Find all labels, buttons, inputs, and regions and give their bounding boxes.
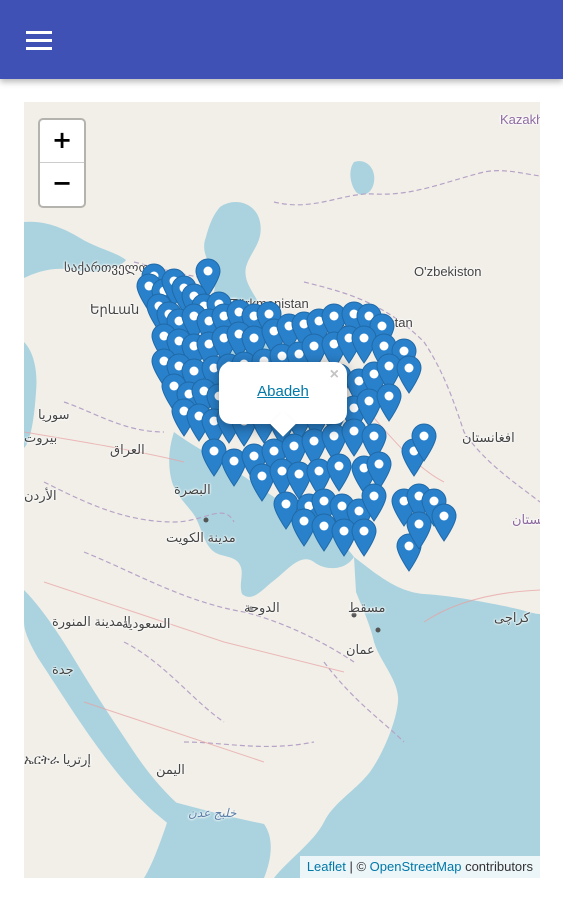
map-label-jeddah: جدة xyxy=(52,662,74,677)
marker-popup: × Abadeh xyxy=(219,362,347,437)
attribution-suffix: contributors xyxy=(461,859,533,874)
map-marker[interactable] xyxy=(375,382,403,422)
leaflet-link[interactable]: Leaflet xyxy=(307,859,346,874)
map-label-kazakh: Kazakh xyxy=(500,112,540,127)
map-pin-icon xyxy=(406,511,432,550)
map-label-afghanistan: افغانستان xyxy=(462,430,515,445)
map-marker[interactable] xyxy=(325,452,353,492)
map-label-muscat: مسقط xyxy=(348,600,386,615)
map-attribution: Leaflet | © OpenStreetMap contributors xyxy=(299,856,540,878)
map-pin-icon xyxy=(351,518,377,557)
map-pin-icon xyxy=(361,483,387,522)
map-pin-icon xyxy=(411,423,437,462)
map-label-pakistan: پاکستان xyxy=(512,512,540,527)
map-pin-icon xyxy=(431,503,457,542)
zoom-in-button[interactable]: + xyxy=(40,120,84,163)
popup-city-link[interactable]: Abadeh xyxy=(219,383,347,400)
map-label-saudi: السعودية xyxy=(122,616,171,631)
map-marker[interactable] xyxy=(360,482,388,522)
zoom-control: + − xyxy=(38,118,86,208)
map-label-kuwait: مدينة الكويت xyxy=(166,530,236,545)
map-marker[interactable] xyxy=(410,422,438,462)
map-label-basra: البصرة xyxy=(174,482,211,497)
popup-close-button[interactable]: × xyxy=(330,366,339,384)
osm-link[interactable]: OpenStreetMap xyxy=(370,859,462,874)
map-label-oman: عمان xyxy=(346,642,375,657)
map-label-iraq: العراق xyxy=(110,442,145,457)
attribution-separator: | © xyxy=(345,859,370,874)
map-label-madinah: المدينة المنورة xyxy=(52,614,131,629)
app-bar xyxy=(0,0,563,79)
map-label-yerevan: Երևան xyxy=(90,302,140,317)
map-marker[interactable] xyxy=(405,510,433,550)
map-view[interactable]: Kazakh საქართველო Երևան O'zbekiston Türk… xyxy=(24,102,540,878)
map-label-uzbekiston: O'zbekiston xyxy=(414,264,482,279)
zoom-out-button[interactable]: − xyxy=(40,163,84,205)
map-label-jordan: الأردن xyxy=(24,488,57,503)
map-marker[interactable] xyxy=(430,502,458,542)
menu-button[interactable] xyxy=(14,20,66,60)
map-label-doha: الدوحة xyxy=(244,600,280,615)
map-label-beirut: بيروت xyxy=(24,430,58,445)
map-pin-icon xyxy=(326,453,352,492)
map-label-aden: خليج عدن xyxy=(188,806,237,820)
map-label-karachi: کراچی xyxy=(494,610,530,625)
map-label-syria: سوريا xyxy=(38,407,70,422)
hamburger-menu-icon xyxy=(26,31,52,50)
map-label-eritrea: ኤርትራ إرتريا xyxy=(24,752,92,767)
map-label-yemen: اليمن xyxy=(156,762,185,777)
map-marker[interactable] xyxy=(350,517,378,557)
map-pin-icon xyxy=(376,383,402,422)
